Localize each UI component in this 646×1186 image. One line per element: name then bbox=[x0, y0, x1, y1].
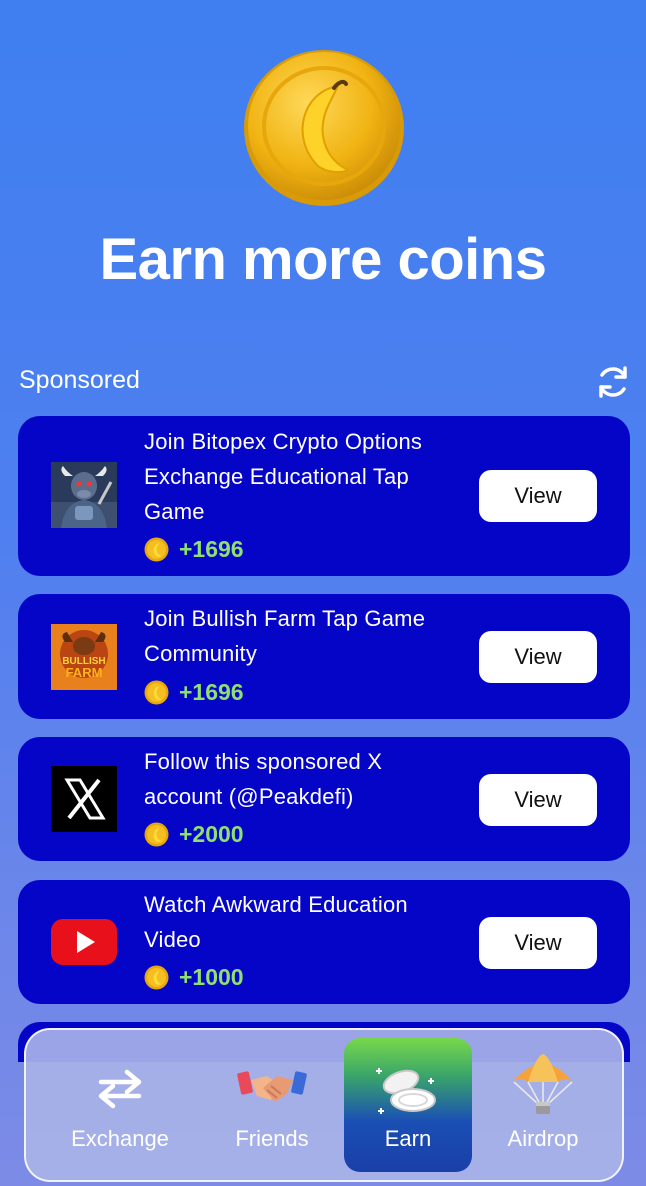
farm-text: FARM bbox=[66, 665, 103, 680]
exchange-arrows-icon bbox=[98, 1069, 142, 1109]
sponsored-card[interactable]: Join Bitopex Crypto Options Exchange Edu… bbox=[18, 416, 630, 576]
nav-item-exchange[interactable]: Exchange bbox=[40, 1030, 200, 1180]
view-button[interactable]: View bbox=[479, 470, 597, 522]
card-reward: +1000 bbox=[144, 962, 244, 992]
nav-item-airdrop[interactable]: Airdrop bbox=[476, 1030, 610, 1180]
banana-coin-icon bbox=[244, 50, 404, 206]
bull-warrior-thumbnail bbox=[51, 462, 117, 528]
sponsored-card[interactable]: BULLISH FARM Join Bullish Farm Tap Game … bbox=[18, 594, 630, 719]
card-title: Join Bitopex Crypto Options Exchange Edu… bbox=[144, 429, 423, 524]
coin-icon bbox=[144, 965, 169, 989]
card-reward: +1696 bbox=[144, 534, 244, 564]
view-button[interactable]: View bbox=[479, 631, 597, 683]
sponsored-card[interactable]: Watch Awkward Education Video +1000 View bbox=[18, 880, 630, 1004]
coin-icon bbox=[144, 537, 169, 561]
nav-label: Earn bbox=[384, 1126, 432, 1151]
card-title: Watch Awkward Education Video bbox=[144, 892, 408, 952]
sponsored-label: Sponsored bbox=[19, 366, 140, 394]
youtube-logo-icon bbox=[51, 919, 117, 965]
bullish-farm-logo: BULLISH FARM bbox=[51, 624, 117, 690]
coins-stack-icon bbox=[376, 1068, 436, 1114]
view-button[interactable]: View bbox=[479, 774, 597, 826]
handshake-icon bbox=[237, 1071, 307, 1102]
nav-label: Airdrop bbox=[507, 1126, 579, 1151]
nav-label: Exchange bbox=[71, 1126, 169, 1151]
sponsored-card[interactable]: Follow this sponsored X account (@Peakde… bbox=[18, 737, 630, 861]
refresh-icon[interactable] bbox=[594, 363, 632, 401]
card-reward: +1696 bbox=[144, 677, 244, 707]
nav-item-friends[interactable]: Friends bbox=[202, 1030, 342, 1180]
card-reward: +2000 bbox=[144, 819, 244, 849]
nav-item-earn[interactable]: Earn bbox=[344, 1038, 472, 1172]
card-title: Join Bullish Farm Tap Game Community bbox=[144, 606, 426, 666]
nav-label: Friends bbox=[235, 1126, 309, 1151]
reward-value: +2000 bbox=[179, 820, 244, 847]
view-button[interactable]: View bbox=[479, 917, 597, 969]
card-title: Follow this sponsored X account (@Peakde… bbox=[144, 749, 383, 809]
x-logo-icon bbox=[51, 766, 117, 832]
page-title: Earn more coins bbox=[99, 227, 547, 292]
reward-value: +1000 bbox=[179, 963, 244, 990]
parachute-icon bbox=[513, 1054, 573, 1114]
coin-icon bbox=[144, 680, 169, 704]
reward-value: +1696 bbox=[179, 678, 244, 705]
bottom-nav: Exchange Friends Earn Airdrop bbox=[24, 1028, 624, 1182]
reward-value: +1696 bbox=[179, 535, 244, 562]
coin-icon bbox=[144, 822, 169, 846]
